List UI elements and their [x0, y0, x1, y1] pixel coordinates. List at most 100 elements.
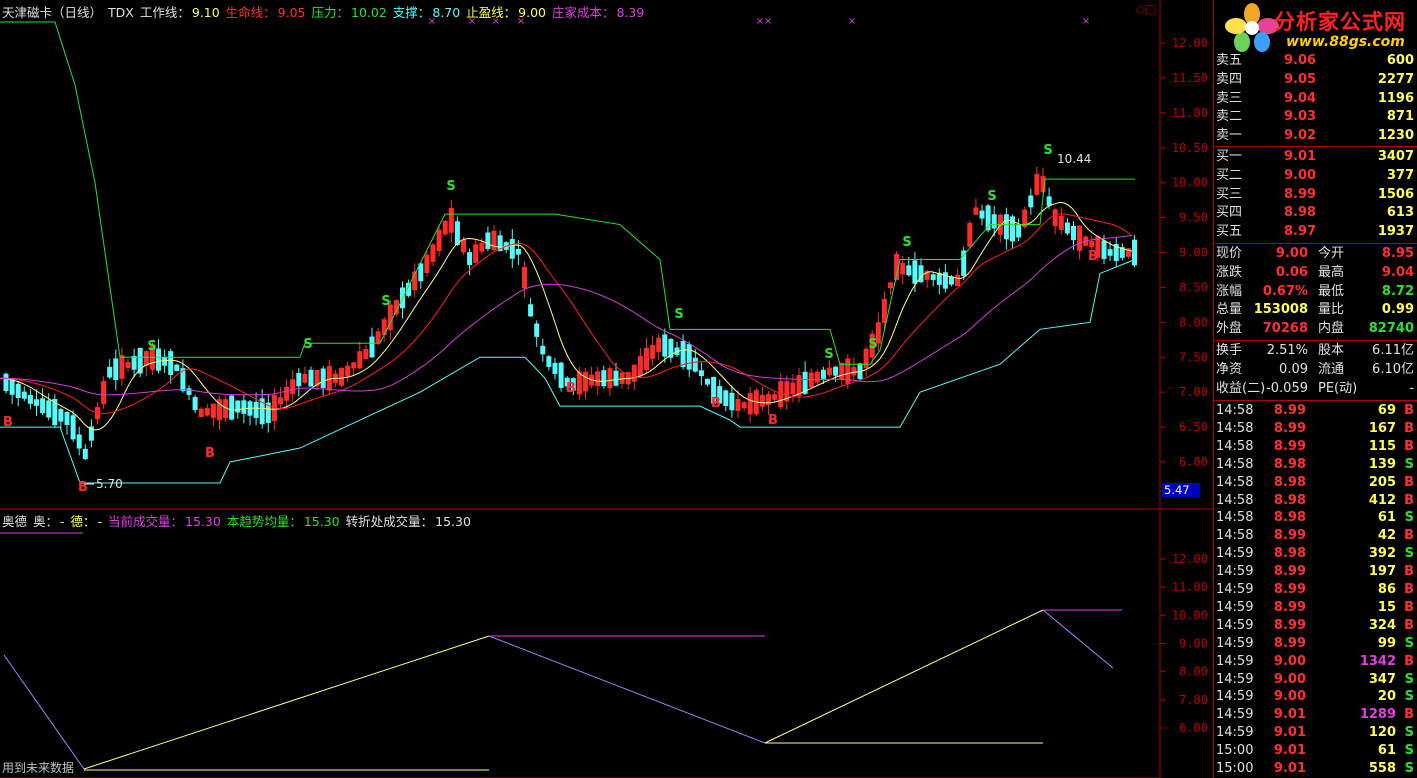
- bid-price: 8.98: [1284, 205, 1317, 221]
- quote-label: 总量: [1216, 302, 1243, 318]
- candle-body: [839, 363, 845, 380]
- candle-body: [723, 390, 729, 406]
- stock-title: 天津磁卡（日线）: [2, 5, 103, 20]
- candle-body: [1071, 225, 1076, 241]
- candle-body: [601, 370, 607, 387]
- candle-body: [424, 254, 430, 273]
- tick-row: 14:59 8.99 86 B: [1214, 581, 1417, 599]
- logo-url[interactable]: www.88gs.com: [1286, 34, 1405, 50]
- fundamental-row: 换手 2.51% 股本 6.11亿: [1214, 342, 1417, 360]
- candle-body: [973, 207, 979, 215]
- diamond-icon[interactable]: ◇: [1136, 2, 1145, 16]
- quote-label-2: 最低: [1318, 283, 1345, 299]
- candle-body: [21, 391, 27, 399]
- candle-body: [1089, 240, 1095, 248]
- tick-volume: 120: [1368, 725, 1396, 741]
- stop-value: 9.00: [518, 5, 546, 20]
- candle-body: [576, 371, 582, 395]
- tick-price: 9.00: [1273, 689, 1306, 705]
- candle-body: [1101, 240, 1107, 259]
- fundamental-row: 收益(二) -0.059 PE(动) -: [1214, 380, 1417, 398]
- fund-label: 收益(二): [1216, 380, 1266, 396]
- candle-body: [369, 336, 375, 358]
- candle-body: [637, 355, 643, 377]
- bid-label: 买三: [1216, 186, 1243, 202]
- tick-side: S: [1404, 743, 1414, 759]
- candle-body: [1034, 173, 1040, 195]
- buy-marker: B: [566, 381, 576, 396]
- candle-body: [790, 382, 796, 395]
- tick-row: 14:58 8.98 61 S: [1214, 509, 1417, 527]
- tick-price: 8.98: [1273, 510, 1306, 526]
- quote-label-2: 量比: [1318, 302, 1345, 318]
- quote-row: 总量 153008 量比 0.99: [1214, 301, 1417, 319]
- buy-marker: B: [711, 396, 721, 411]
- main-axis-label: 8.50: [1179, 280, 1208, 294]
- tick-side: S: [1404, 635, 1414, 651]
- bid-volume: 1506: [1377, 186, 1414, 202]
- ask-volume: 1230: [1377, 128, 1414, 144]
- quote-label: 现价: [1216, 246, 1243, 261]
- candle-body: [1016, 224, 1022, 238]
- tick-time: 14:59: [1216, 635, 1254, 651]
- ask-label: 卖三: [1216, 90, 1243, 106]
- kline-chart[interactable]: 12.00 11.50 11.00 10.50 10.00 9.50 9.00 8.50 8.0…: [0, 0, 1213, 778]
- restore-icon[interactable]: □: [1145, 2, 1156, 16]
- bid-price: 8.97: [1284, 224, 1317, 240]
- candle-body: [131, 355, 137, 370]
- candle-body: [509, 239, 515, 259]
- tick-side: B: [1404, 403, 1414, 418]
- sell-marker: S: [902, 235, 911, 250]
- candle-body: [64, 412, 70, 425]
- quote-value-2: 82740: [1368, 321, 1414, 337]
- ask-row: 卖二 9.03 871: [1214, 108, 1417, 126]
- candle-body: [814, 371, 820, 383]
- tick-row: 14:59 9.00 1342 B: [1214, 653, 1417, 671]
- bid-volume: 377: [1386, 167, 1414, 183]
- candle-body: [686, 344, 692, 370]
- candle-body: [900, 262, 906, 275]
- candle-body: [70, 415, 76, 440]
- candle-body: [827, 367, 832, 376]
- tick-row: 14:59 8.99 324 B: [1214, 617, 1417, 635]
- fund-value-2: 6.11亿: [1372, 343, 1414, 358]
- bid-price: 8.99: [1284, 186, 1317, 202]
- tick-volume: 167: [1368, 420, 1396, 436]
- tick-row: 14:59 8.99 197 B: [1214, 563, 1417, 581]
- candle-body: [436, 229, 442, 251]
- candle-body: [759, 395, 765, 407]
- candle-body: [692, 357, 698, 372]
- ask-price: 9.04: [1284, 90, 1317, 106]
- tick-row: 14:58 8.99 115 B: [1214, 438, 1417, 456]
- main-axis-label: 10.50: [1172, 141, 1208, 155]
- signal-x-marker: ×: [1082, 16, 1090, 27]
- sub-chart-header: 奥德 奥： - 德： - 当前成交量： 15.30 本趋势均量： 15.30 转折处成交…: [2, 511, 473, 530]
- tick-volume: 412: [1368, 492, 1396, 508]
- candle-body: [278, 397, 283, 405]
- tick-price: 9.00: [1273, 671, 1306, 687]
- main-axis-label: 9.00: [1179, 246, 1208, 260]
- pressure-value: 10.02: [351, 5, 387, 20]
- candle-body: [320, 368, 326, 388]
- tick-price: 8.99: [1273, 438, 1306, 454]
- tick-side: S: [1404, 761, 1414, 776]
- pressure-line: [0, 21, 1135, 365]
- candle-body: [534, 323, 540, 337]
- tick-price: 8.99: [1273, 420, 1306, 436]
- candle-body: [644, 347, 649, 371]
- tick-row: 14:58 8.98 139 S: [1214, 456, 1417, 474]
- tick-time: 14:58: [1216, 403, 1254, 418]
- panel-divider: [1214, 340, 1417, 341]
- fund-label: 净资: [1216, 361, 1243, 377]
- candle-body: [1077, 225, 1083, 251]
- bid-label: 买一: [1216, 149, 1243, 164]
- tick-row: 14:58 8.99 69 B: [1214, 402, 1417, 420]
- sub-axis-label: 7.00: [1179, 693, 1208, 707]
- tick-row: 14:59 9.01 120 S: [1214, 724, 1417, 742]
- candle-body: [204, 408, 210, 416]
- candle-body: [485, 232, 491, 249]
- signal-x-marker: ×: [764, 16, 772, 27]
- logo-title: 分析家公式网: [1274, 10, 1406, 34]
- quote-panel: 分析家公式网 www.88gs.com 卖五 9.06 600 卖四 9.05 2277 卖…: [1213, 0, 1417, 778]
- tick-price: 9.01: [1273, 725, 1306, 741]
